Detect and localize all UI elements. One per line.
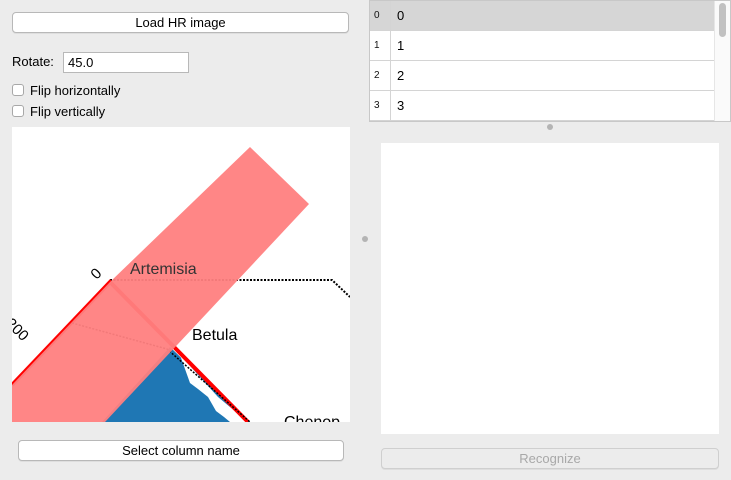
table-row[interactable]: 2 2 <box>370 61 716 91</box>
row-header[interactable]: 3 <box>370 91 391 120</box>
table-row[interactable]: 3 3 <box>370 91 716 121</box>
table-cell[interactable]: 2 <box>397 61 404 90</box>
vertical-splitter-handle[interactable] <box>362 236 368 242</box>
checkbox-box[interactable] <box>12 84 24 96</box>
table-cell[interactable]: 1 <box>397 31 404 60</box>
row-header[interactable]: 1 <box>370 31 391 60</box>
select-column-name-button[interactable]: Select column name <box>18 440 344 461</box>
table-row[interactable]: 0 0 <box>370 1 716 31</box>
flip-horizontally-label: Flip horizontally <box>30 82 121 98</box>
column-table[interactable]: 0 0 1 1 2 2 3 3 <box>369 0 731 122</box>
image-view[interactable]: 0 Artemisia 200 Betula Chenop <box>12 127 350 422</box>
load-hr-image-button[interactable]: Load HR image <box>12 12 349 33</box>
table-cell[interactable]: 3 <box>397 91 404 120</box>
rotated-diagram-image: 0 Artemisia 200 Betula Chenop <box>12 147 350 422</box>
result-view <box>381 143 719 434</box>
label-artemisia: Artemisia <box>130 261 197 278</box>
row-header[interactable]: 0 <box>370 1 391 30</box>
checkbox-box[interactable] <box>12 105 24 117</box>
table-scrollbar[interactable] <box>714 1 730 121</box>
flip-vertically-label: Flip vertically <box>30 103 106 119</box>
recognize-button[interactable]: Recognize <box>381 448 719 469</box>
horizontal-splitter-handle[interactable] <box>547 124 553 130</box>
rotate-label: Rotate: <box>12 54 54 69</box>
flip-horizontally-checkbox[interactable]: Flip horizontally <box>12 82 120 98</box>
row-header[interactable]: 2 <box>370 61 391 90</box>
scrollbar-thumb[interactable] <box>719 3 726 37</box>
flip-vertically-checkbox[interactable]: Flip vertically <box>12 103 105 119</box>
label-betula: Betula <box>192 327 237 344</box>
axis-label-200: 200 <box>12 315 32 345</box>
axis-label-0: 0 <box>87 265 105 283</box>
label-chenop: Chenop <box>284 414 340 422</box>
table-cell[interactable]: 0 <box>397 1 404 30</box>
rotate-input[interactable] <box>63 52 189 73</box>
table-row[interactable]: 1 1 <box>370 31 716 61</box>
main-window: Load HR image Rotate: Flip horizontally … <box>0 0 731 480</box>
